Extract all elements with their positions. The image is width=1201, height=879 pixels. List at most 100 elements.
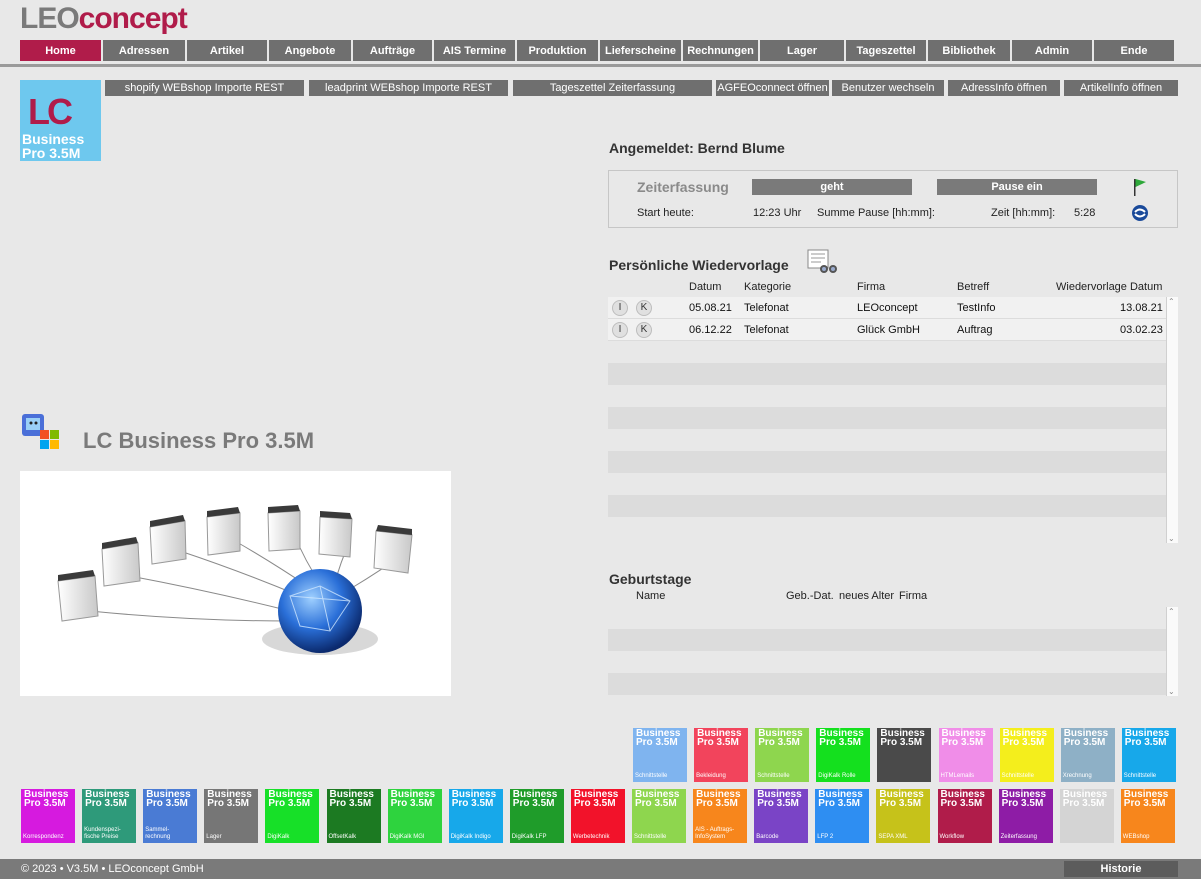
module-tile[interactable]: Business Pro 3.5M Sammel- rechnung xyxy=(143,789,198,843)
historie-button[interactable]: Historie xyxy=(1064,861,1178,877)
summe-pause-label: Summe Pause [hh:mm]: xyxy=(817,207,935,219)
module-tile[interactable]: Business Pro 3.5M LFP 2 xyxy=(815,789,870,843)
row-kategorie: Telefonat xyxy=(744,301,789,314)
wv-header-betreff[interactable]: Betreff xyxy=(957,281,989,293)
flag-icon[interactable] xyxy=(1131,177,1149,197)
wiedervorlage-scrollbar[interactable]: ⌃ ⌄ xyxy=(1166,297,1178,543)
module-tile[interactable]: Business Pro 3.5M DigiKalk Rolle xyxy=(816,728,871,782)
tile-version-label: Pro 3.5M xyxy=(512,798,555,809)
empty-row xyxy=(608,451,1178,473)
module-tile[interactable]: Business Pro 3.5M xyxy=(1059,789,1114,843)
module-tile[interactable]: Business Pro 3.5M Kundenspezi- fische Prei… xyxy=(82,789,137,843)
geburtstage-scrollbar[interactable]: ⌃ ⌄ xyxy=(1166,607,1178,696)
module-tile[interactable]: Business Pro 3.5M DigiKalk xyxy=(265,789,320,843)
contact-button[interactable]: K xyxy=(636,299,652,316)
module-tile[interactable]: Business Pro 3.5M WEBshop xyxy=(1120,789,1175,843)
gb-header-alter[interactable]: neues Alter xyxy=(839,590,894,602)
module-tile[interactable]: Business Pro 3.5M Korrespondenz xyxy=(21,789,75,843)
product-title: LC Business Pro 3.5M xyxy=(83,428,315,453)
module-tile[interactable]: Business Pro 3.5M Xrechnung xyxy=(1060,728,1115,782)
tile-module-label: Schnittstelle xyxy=(635,773,668,779)
module-tile[interactable]: Business Pro 3.5M Zeiterfassung xyxy=(998,789,1053,843)
gb-header-geb[interactable]: Geb.-Dat. xyxy=(786,590,834,602)
module-tile[interactable]: Business Pro 3.5M Werbetechnik xyxy=(570,789,625,843)
shopify-import-button[interactable]: shopify WEBshop Importe REST xyxy=(105,80,304,96)
empty-row xyxy=(608,385,1178,407)
gb-header-name[interactable]: Name xyxy=(636,590,665,602)
tile-module-label: Sammel- rechnung xyxy=(145,827,171,840)
contact-button[interactable]: K xyxy=(636,321,652,338)
nav-lieferscheine[interactable]: Lieferscheine xyxy=(600,40,683,61)
copyright: © 2023 • V3.5M • LEOconcept GmbH xyxy=(21,863,204,875)
empty-row xyxy=(608,629,1178,651)
wiedervorlage-list: I K 05.08.21 Telefonat LEOconcept TestIn… xyxy=(608,297,1178,543)
tile-module-label: Korrespondenz xyxy=(23,834,64,840)
nav-artikel[interactable]: Artikel xyxy=(187,40,269,61)
module-tile[interactable]: Business Pro 3.5M DigiKalk MGI xyxy=(387,789,442,843)
nav-ais-termine[interactable]: AIS Termine xyxy=(434,40,517,61)
module-tile[interactable]: Business Pro 3.5M Bekleidung xyxy=(694,728,749,782)
tile-module-label: Schnittstelle xyxy=(1001,773,1034,779)
tageszettel-zeiterfassung-button[interactable]: Tageszettel Zeiterfassung xyxy=(513,80,712,96)
module-tile[interactable]: Business Pro 3.5M Schnittstelle xyxy=(1121,728,1176,782)
wv-header-kategorie[interactable]: Kategorie xyxy=(744,281,791,293)
nav-ende[interactable]: Ende xyxy=(1094,40,1176,61)
scroll-up-icon[interactable]: ⌃ xyxy=(1168,607,1175,616)
module-tile[interactable]: Business Pro 3.5M HTMLemails xyxy=(938,728,993,782)
benutzer-wechseln-button[interactable]: Benutzer wechseln xyxy=(832,80,944,96)
tile-version-label: Pro 3.5M xyxy=(1063,737,1106,748)
tile-module-label: DigiKalk LFP xyxy=(511,834,547,840)
scroll-down-icon[interactable]: ⌄ xyxy=(1168,687,1175,696)
pause-ein-button[interactable]: Pause ein xyxy=(937,179,1097,195)
tile-version-label: Pro 3.5M xyxy=(85,798,127,809)
geht-button[interactable]: geht xyxy=(752,179,912,195)
info-button[interactable]: I xyxy=(612,321,628,338)
adressinfo-button[interactable]: AdressInfo öffnen xyxy=(948,80,1060,96)
module-tile[interactable]: Business Pro 3.5M Schnittstelle xyxy=(632,789,686,843)
main-nav: Home Adressen Artikel Angebote Aufträge … xyxy=(20,40,1176,61)
nav-tageszettel[interactable]: Tageszettel xyxy=(846,40,928,61)
module-tile[interactable]: Business Pro 3.5M Schnittstelle xyxy=(633,728,687,782)
info-button[interactable]: I xyxy=(612,299,628,316)
module-tile[interactable]: Business Pro 3.5M OffsetKalk xyxy=(326,789,381,843)
module-tile[interactable]: Business Pro 3.5M DigiKalk Indigo xyxy=(448,789,503,843)
nav-bibliothek[interactable]: Bibliothek xyxy=(928,40,1012,61)
nav-angebote[interactable]: Angebote xyxy=(269,40,353,61)
module-tile[interactable]: Business Pro 3.5M xyxy=(877,728,932,782)
table-row[interactable]: I K 06.12.22 Telefonat Glück GmbH Auftra… xyxy=(608,319,1178,341)
nav-produktion[interactable]: Produktion xyxy=(517,40,600,61)
agfeoconnect-button[interactable]: AGFEOconnect öffnen xyxy=(716,80,829,96)
nav-lager[interactable]: Lager xyxy=(760,40,846,61)
scroll-up-icon[interactable]: ⌃ xyxy=(1168,297,1175,306)
leadprint-import-button[interactable]: leadprint WEBshop Importe REST xyxy=(309,80,508,96)
nav-rechnungen[interactable]: Rechnungen xyxy=(683,40,760,61)
module-tile[interactable]: Business Pro 3.5M Schnittstelle xyxy=(755,728,810,782)
nav-admin[interactable]: Admin xyxy=(1012,40,1094,61)
wv-header-datum[interactable]: Datum xyxy=(689,281,721,293)
module-tile[interactable]: Business Pro 3.5M DigiKalk LFP xyxy=(509,789,564,843)
tile-module-label: Xrechnung xyxy=(1062,773,1092,779)
refresh-icon[interactable] xyxy=(1131,204,1149,222)
tile-module-label: Kundenspezi- fische Preise xyxy=(84,827,121,840)
row-wv-datum: 03.02.23 xyxy=(1120,323,1163,336)
empty-row xyxy=(608,473,1178,495)
scroll-down-icon[interactable]: ⌄ xyxy=(1168,534,1175,543)
empty-row xyxy=(608,607,1178,629)
module-tile[interactable]: Business Pro 3.5M Barcode xyxy=(754,789,809,843)
module-tile[interactable]: Business Pro 3.5M Schnittstelle xyxy=(999,728,1054,782)
lc-logo-text: LC xyxy=(28,91,73,132)
module-tile[interactable]: Business Pro 3.5M SEPA XML xyxy=(876,789,931,843)
gb-header-firma[interactable]: Firma xyxy=(899,590,927,602)
module-tile[interactable]: Business Pro 3.5M Lager xyxy=(204,789,259,843)
binoculars-document-icon[interactable] xyxy=(806,249,838,275)
nav-adressen[interactable]: Adressen xyxy=(103,40,187,61)
tile-version-label: Pro 3.5M xyxy=(573,798,616,809)
module-tile[interactable]: Business Pro 3.5M AIS - Auftrags- InfoSyst… xyxy=(693,789,748,843)
nav-home[interactable]: Home xyxy=(20,40,103,61)
nav-auftraege[interactable]: Aufträge xyxy=(353,40,434,61)
table-row[interactable]: I K 05.08.21 Telefonat LEOconcept TestIn… xyxy=(608,297,1178,319)
module-tile[interactable]: Business Pro 3.5M Workflow xyxy=(937,789,992,843)
artikelinfo-button[interactable]: ArtikelInfo öffnen xyxy=(1064,80,1178,96)
wv-header-wv-datum[interactable]: Wiedervorlage Datum xyxy=(1056,281,1162,293)
wv-header-firma[interactable]: Firma xyxy=(857,281,885,293)
